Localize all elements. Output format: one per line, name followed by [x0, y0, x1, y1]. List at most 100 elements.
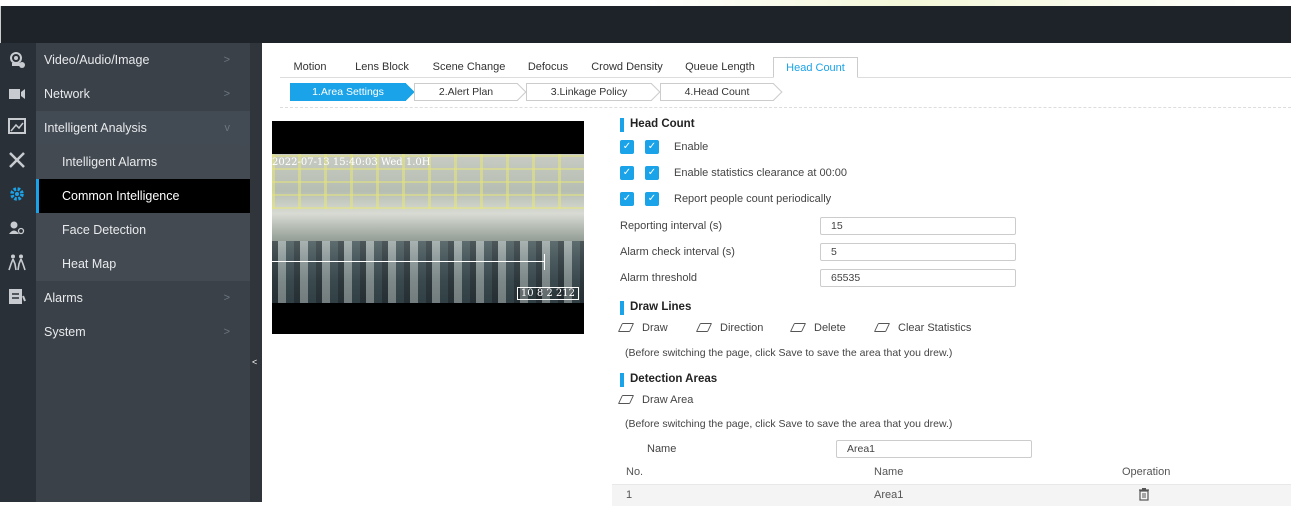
sidebar-item-label: Alarms — [44, 291, 83, 305]
tab-lens-block[interactable]: Lens Block — [344, 57, 420, 78]
video-icon[interactable] — [8, 85, 26, 103]
area-name-label: Name — [647, 443, 677, 455]
sidebar-item-system[interactable]: System > — [36, 315, 250, 349]
sidebar-item-label: Video/Audio/Image — [44, 53, 150, 67]
step-arrow — [397, 83, 415, 101]
top-strip — [0, 0, 1291, 6]
tab-defocus[interactable]: Defocus — [518, 57, 578, 78]
sidebar-item-alarms[interactable]: Alarms > — [36, 281, 250, 315]
table-header: No. Name Operation — [612, 462, 1291, 484]
image-icon[interactable] — [8, 117, 26, 135]
section-title-detection-areas: Detection Areas — [620, 373, 717, 387]
tool-label: Delete — [814, 322, 846, 334]
tab-motion[interactable]: Motion — [280, 57, 340, 78]
tool-label: Draw Area — [642, 394, 694, 406]
step-area-settings[interactable]: 1.Area Settings — [290, 83, 415, 101]
pen-icon — [789, 323, 807, 332]
step-head-count[interactable]: 4.Head Count — [660, 83, 783, 101]
step-label: 4.Head Count — [684, 86, 750, 98]
draw-area-button[interactable]: Draw Area — [617, 394, 694, 406]
alarm-threshold-input[interactable]: 65535 — [820, 269, 1016, 287]
pen-icon — [617, 323, 635, 332]
step-linkage-policy[interactable]: 3.Linkage Policy — [526, 83, 661, 101]
clear-statistics-button[interactable]: Clear Statistics — [873, 322, 972, 334]
checkbox-master[interactable]: ✓ — [620, 140, 634, 154]
alarm-threshold-label: Alarm threshold — [620, 272, 698, 284]
tools-icon[interactable] — [8, 151, 26, 169]
pen-icon — [617, 395, 635, 404]
main-content: Motion Lens Block Scene Change Defocus C… — [262, 43, 1291, 506]
draw-lines-note: (Before switching the page, click Save t… — [625, 347, 953, 359]
count-line-end — [544, 254, 545, 270]
sidebar-item-intelligent-analysis[interactable]: Intelligent Analysis v — [36, 111, 250, 145]
collapse-arrow-icon[interactable]: < — [252, 357, 257, 367]
count-line — [272, 261, 544, 262]
live-video-preview[interactable]: 2022-07-13 15:40:03 Wed 1.0H 10 8 2 212 — [272, 121, 584, 334]
sidebar-item-label: Intelligent Analysis — [44, 121, 147, 135]
column-header-no: No. — [626, 466, 644, 478]
column-header-name: Name — [874, 466, 904, 478]
clearance-label: Enable statistics clearance at 00:00 — [674, 167, 848, 179]
checkbox-clearance[interactable]: ✓ — [645, 166, 659, 180]
sidebar-item-label: Network — [44, 87, 90, 101]
sidebar-item-face-detection[interactable]: Face Detection — [36, 213, 250, 247]
chevron-right-icon: > — [223, 54, 230, 66]
checkbox-report-master[interactable]: ✓ — [620, 192, 634, 206]
enable-label: Enable — [674, 141, 709, 153]
sidebar-item-heat-map[interactable]: Heat Map — [36, 247, 250, 281]
tab-queue-length[interactable]: Queue Length — [676, 57, 764, 78]
alarm-check-label: Alarm check interval (s) — [620, 246, 735, 258]
step-alert-plan[interactable]: 2.Alert Plan — [414, 83, 527, 101]
function-tabs: Motion Lens Block Scene Change Defocus C… — [280, 57, 1291, 78]
checkbox-report[interactable]: ✓ — [645, 192, 659, 206]
chevron-right-icon: > — [223, 292, 230, 304]
step-label: 1.Area Settings — [312, 86, 384, 98]
sidebar-item-label: Intelligent Alarms — [62, 155, 158, 169]
chevron-down-icon: v — [224, 122, 231, 134]
step-label: 2.Alert Plan — [438, 86, 494, 98]
reporting-interval-label: Reporting interval (s) — [620, 220, 723, 232]
report-label: Report people count periodically — [674, 193, 832, 205]
section-title-draw-lines: Draw Lines — [620, 301, 691, 315]
tab-head-count[interactable]: Head Count — [773, 57, 858, 78]
area-name-input[interactable]: Area1 — [836, 440, 1032, 458]
tool-label: Direction — [720, 322, 764, 334]
sidebar-item-label: Common Intelligence — [62, 189, 180, 203]
sidebar-collapse-bar[interactable]: < — [250, 43, 262, 502]
sidebar-item-common-intelligence[interactable]: Common Intelligence — [36, 179, 250, 213]
section-title-head-count: Head Count — [620, 118, 695, 132]
checkbox-clearance-master[interactable]: ✓ — [620, 166, 634, 180]
pen-icon — [695, 323, 713, 332]
tab-scene-change[interactable]: Scene Change — [426, 57, 512, 78]
camera-settings-icon[interactable] — [8, 51, 26, 69]
sidebar-item-label: Heat Map — [62, 257, 117, 271]
gear-icon[interactable] — [8, 185, 26, 203]
draw-button[interactable]: Draw — [617, 322, 668, 334]
trash-icon[interactable] — [1138, 488, 1150, 501]
column-header-operation: Operation — [1122, 466, 1171, 478]
checkbox-enable[interactable]: ✓ — [645, 140, 659, 154]
pen-icon — [873, 323, 891, 332]
osd-count: 10 8 2 212 — [516, 287, 579, 300]
sidebar-item-label: System — [44, 325, 86, 339]
sidebar-item-network[interactable]: Network > — [36, 77, 250, 111]
alarm-check-input[interactable]: 5 — [820, 243, 1016, 261]
icon-bar — [0, 43, 36, 502]
tool-label: Clear Statistics — [898, 322, 972, 334]
step-arrow — [765, 83, 783, 101]
checklist-icon[interactable] — [8, 287, 26, 305]
sidebar-nav: Video/Audio/Image > Network > Intelligen… — [36, 43, 250, 502]
direction-button[interactable]: Direction — [695, 322, 764, 334]
people-icon[interactable] — [8, 253, 26, 271]
face-search-icon[interactable] — [8, 219, 26, 237]
sidebar-item-intelligent-alarms[interactable]: Intelligent Alarms — [36, 145, 250, 179]
row-no: 1 — [626, 489, 633, 501]
delete-button[interactable]: Delete — [789, 322, 846, 334]
table-row: 1 Area1 — [612, 484, 1291, 506]
tab-crowd-density[interactable]: Crowd Density — [584, 57, 670, 78]
tool-label: Draw — [642, 322, 668, 334]
chevron-right-icon: > — [223, 88, 230, 100]
osd-timestamp: 2022-07-13 15:40:03 Wed 1.0H — [272, 157, 431, 168]
reporting-interval-input[interactable]: 15 — [820, 217, 1016, 235]
sidebar-item-video-audio-image[interactable]: Video/Audio/Image > — [36, 43, 250, 77]
